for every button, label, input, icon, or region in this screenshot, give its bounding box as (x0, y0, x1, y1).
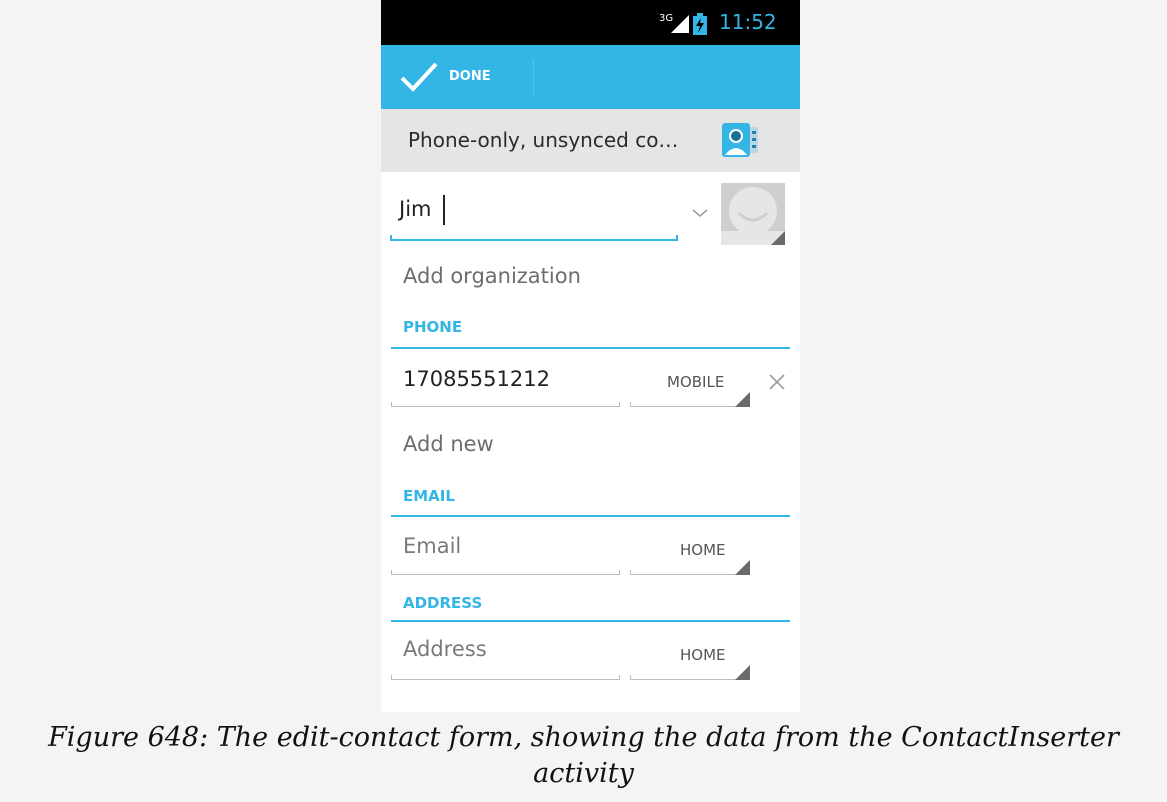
address-section-header: ADDRESS (403, 594, 483, 612)
avatar[interactable] (721, 183, 785, 245)
close-icon[interactable] (767, 372, 787, 392)
phone-type-spinner[interactable]: MOBILE (667, 373, 724, 391)
done-button[interactable]: DONE (381, 45, 533, 109)
underline-tick (619, 570, 620, 575)
person-placeholder-icon (721, 187, 785, 245)
phone-type-underline (630, 406, 750, 407)
add-organization-link[interactable]: Add organization (403, 264, 581, 288)
spinner-corner-indicator (735, 665, 750, 680)
underline-tick (619, 675, 620, 680)
email-section-divider (391, 515, 790, 517)
name-field[interactable]: Jim (390, 183, 678, 241)
check-icon (400, 62, 438, 92)
name-value: Jim (399, 197, 432, 221)
phone-field-underline (391, 406, 620, 407)
contacts-icon (722, 123, 758, 157)
spinner-corner-indicator (735, 392, 750, 407)
underline-tick (391, 675, 392, 680)
battery-charging-icon (693, 13, 707, 35)
email-field-underline (391, 574, 620, 575)
phone-section-header: PHONE (403, 318, 463, 336)
caption-line-2: activity (533, 758, 634, 789)
phone-section-divider (391, 347, 790, 349)
action-bar: DONE (381, 45, 800, 109)
figure-caption: Figure 648: The edit-contact form, showi… (0, 720, 1167, 792)
underline-tick (630, 675, 631, 680)
name-field-underline (390, 239, 678, 241)
chevron-down-icon[interactable] (691, 207, 709, 219)
address-type-underline (630, 679, 750, 680)
spinner-corner-indicator (735, 560, 750, 575)
underline-tick (630, 402, 631, 407)
underline-tick (676, 235, 678, 241)
status-bar: 3G 11:52 (381, 0, 800, 45)
account-label: Phone-only, unsynced co… (408, 128, 679, 152)
phone-screen: 3G 11:52 DONE Phone-only, unsynced co… J… (381, 0, 800, 712)
action-bar-divider (533, 59, 534, 95)
address-field[interactable]: Address (403, 637, 487, 661)
account-header: Phone-only, unsynced co… (381, 109, 800, 172)
underline-tick (390, 235, 392, 241)
email-type-spinner[interactable]: HOME (680, 541, 726, 559)
underline-tick (391, 570, 392, 575)
text-cursor (443, 195, 445, 225)
phone-number-field[interactable]: 17085551212 (403, 367, 550, 391)
email-section-header: EMAIL (403, 487, 455, 505)
address-field-underline (391, 679, 620, 680)
status-time: 11:52 (719, 10, 777, 34)
done-label: DONE (449, 69, 491, 84)
signal-icon (671, 15, 689, 33)
email-field[interactable]: Email (403, 534, 461, 558)
underline-tick (619, 402, 620, 407)
caption-line-1: Figure 648: The edit-contact form, showi… (48, 722, 1119, 753)
address-type-spinner[interactable]: HOME (680, 646, 726, 664)
underline-tick (391, 402, 392, 407)
address-section-divider (391, 620, 790, 622)
add-new-phone-link[interactable]: Add new (403, 432, 494, 456)
underline-tick (630, 570, 631, 575)
email-type-underline (630, 574, 750, 575)
